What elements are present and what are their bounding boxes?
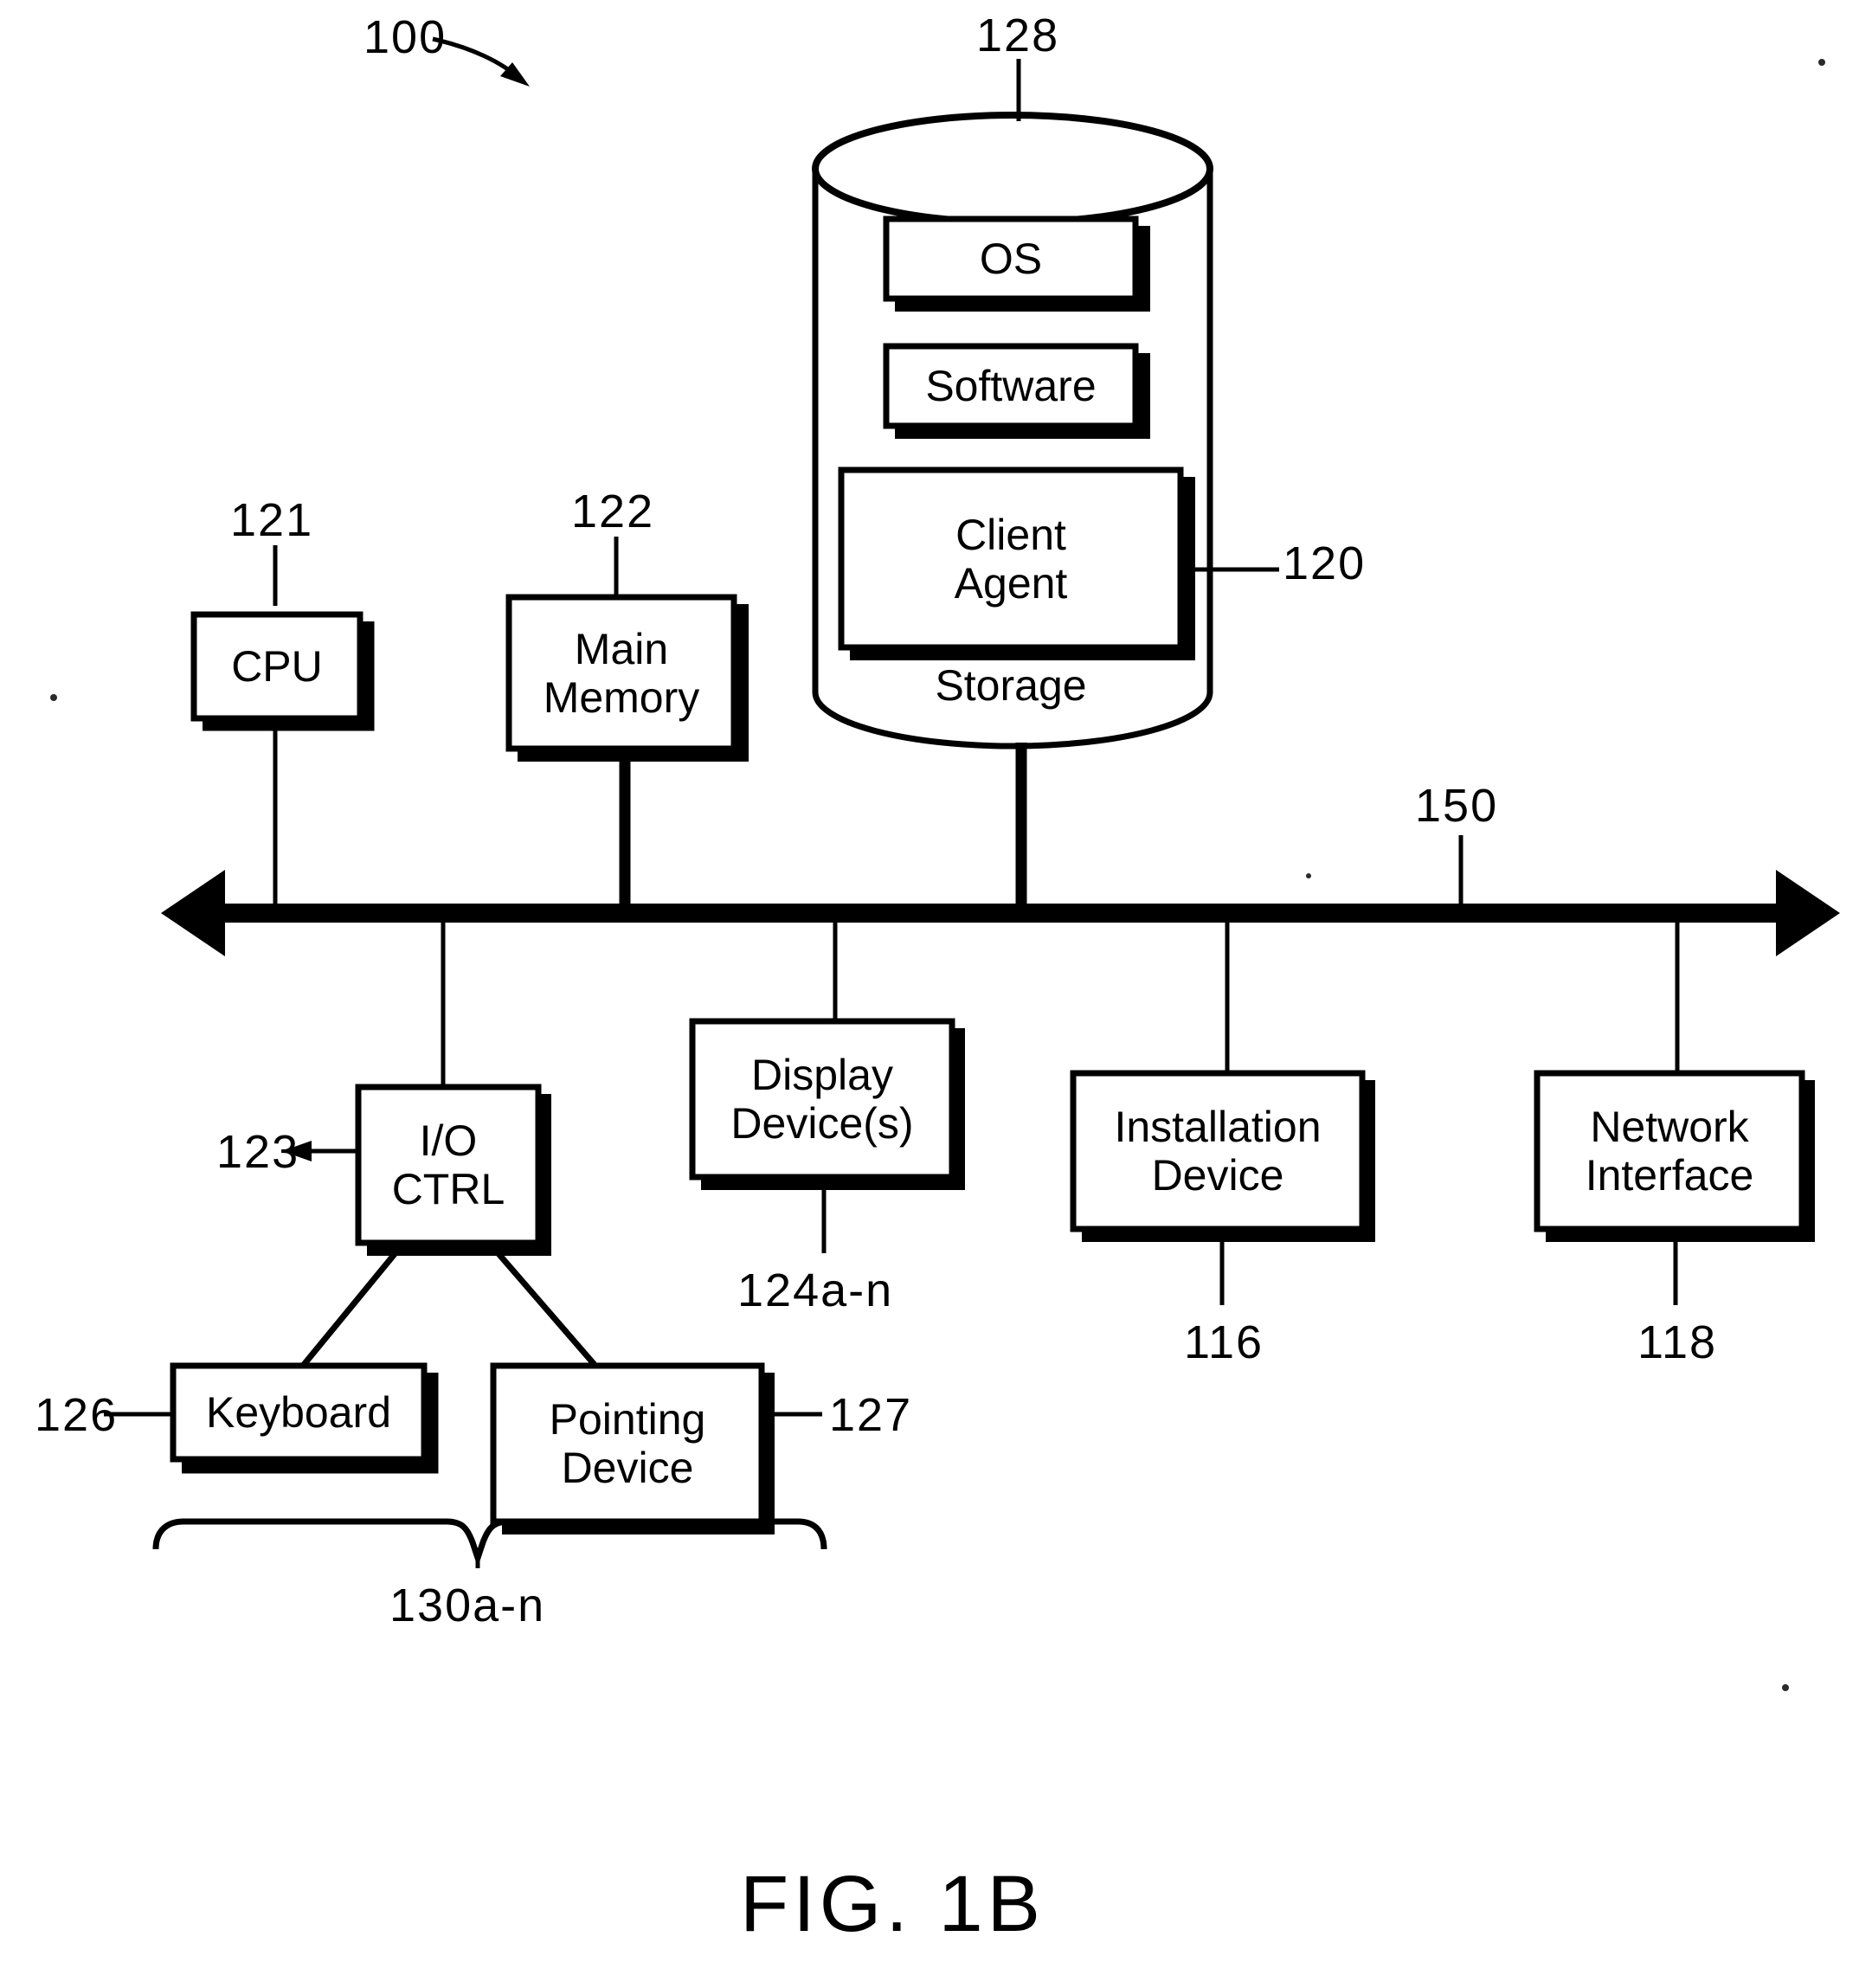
scan-speck	[1818, 59, 1825, 66]
io-ctrl-box-outline	[355, 1084, 542, 1246]
cpu-ref-label: 121	[230, 494, 314, 546]
network-interface-box-outline	[1534, 1070, 1805, 1232]
io-ctrl-keyboard-link	[300, 1247, 401, 1368]
storage-cylinder-top	[812, 112, 1213, 226]
pointing-device-box-outline	[490, 1362, 765, 1525]
bus-arrow-right	[1776, 870, 1840, 956]
keyboard-box-outline	[170, 1362, 428, 1463]
io-ctrl-ref-label: 123	[216, 1126, 300, 1178]
storage-ref-label: 128	[976, 10, 1060, 61]
cpu-box-outline	[190, 611, 363, 722]
os-box-outline	[883, 216, 1139, 302]
main-memory-box-outline	[505, 594, 737, 752]
main-memory-ref-label: 122	[571, 486, 655, 537]
installation-device-box-outline	[1070, 1070, 1366, 1232]
patent-figure-sheet: .st { fill:none; stroke:#000; stroke-wid…	[0, 0, 1872, 1988]
io-ctrl-pointing-device-link	[492, 1247, 598, 1368]
display-device-ref-label: 124a-n	[737, 1264, 894, 1316]
software-box-outline	[883, 343, 1139, 429]
figure-line-art: .st { fill:none; stroke:#000; stroke-wid…	[50, 36, 1840, 1691]
scan-speck	[1782, 1684, 1789, 1691]
figure-caption: FIG. 1B	[740, 1860, 1045, 1948]
io-device-group-ref-label: 130a-n	[389, 1579, 546, 1631]
client-agent-box-outline	[838, 466, 1184, 651]
client-agent-ref-label: 120	[1283, 537, 1367, 589]
network-interface-ref-label: 118	[1637, 1316, 1718, 1368]
scan-speck	[1306, 873, 1311, 878]
keyboard-ref-label: 126	[35, 1389, 119, 1441]
scan-speck	[50, 694, 57, 701]
system-ref-label: 100	[363, 11, 447, 63]
pointing-device-ref-label: 127	[829, 1389, 913, 1441]
bus-arrow-left	[161, 870, 225, 956]
display-device-box-outline	[689, 1018, 955, 1181]
installation-device-ref-label: 116	[1184, 1316, 1264, 1368]
bus-ref-label: 150	[1415, 780, 1499, 832]
